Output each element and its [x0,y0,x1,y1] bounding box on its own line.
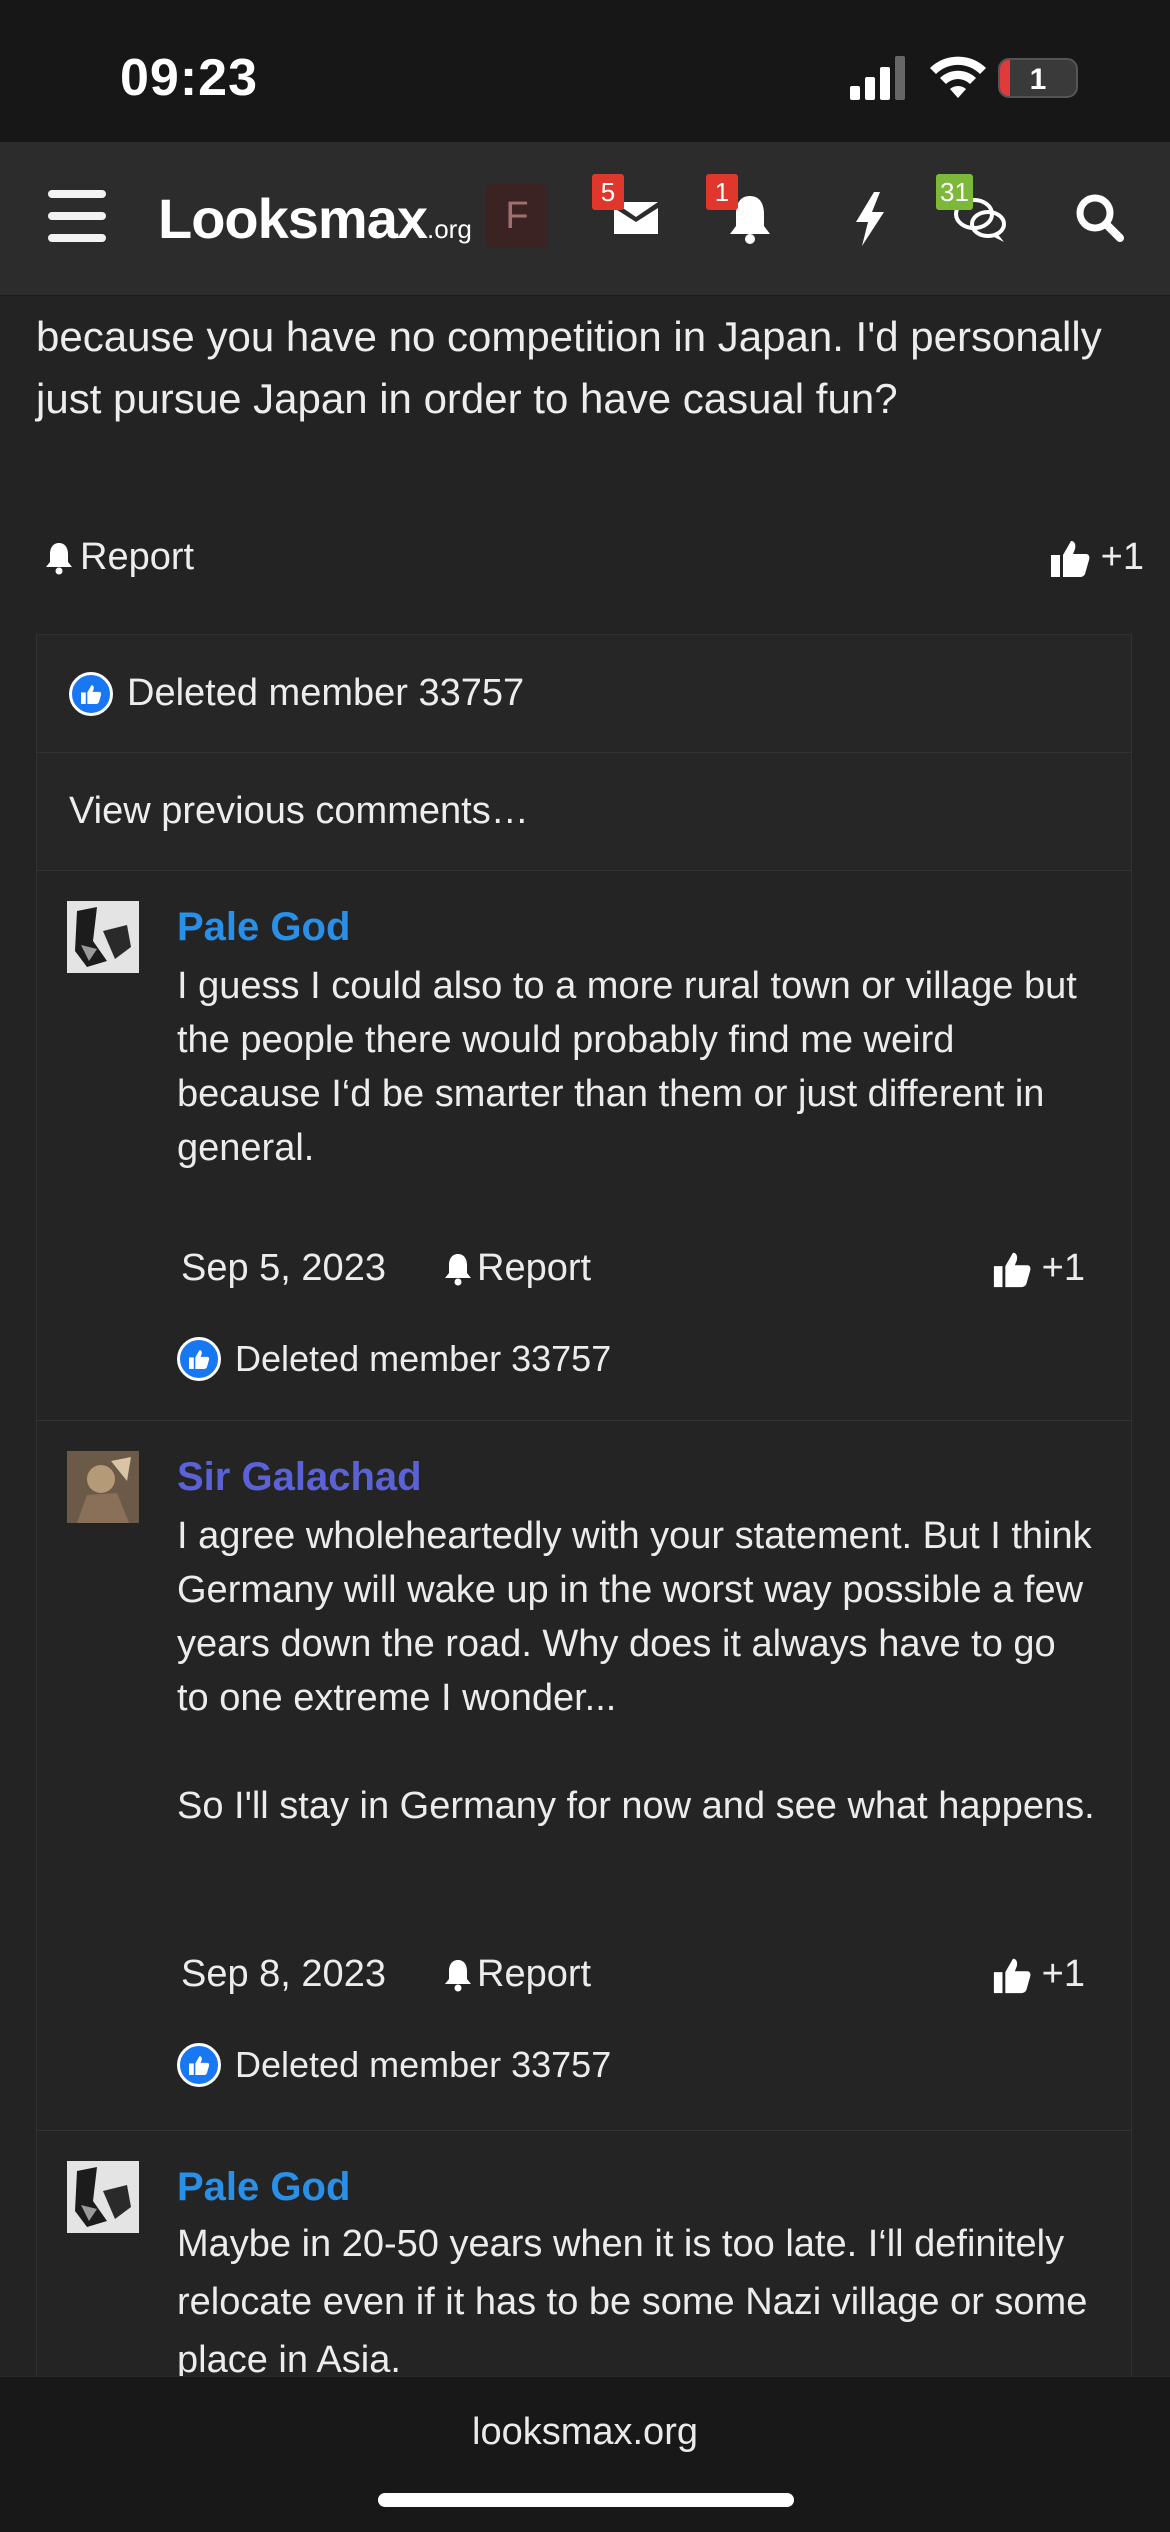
like-button[interactable]: +1 [1049,536,1144,579]
avatar[interactable] [67,901,139,973]
avatar[interactable] [67,1451,139,1523]
comments-box: Deleted member 33757 View previous comme… [36,634,1132,2376]
comment-item: Sir Galachad I agree wholeheartedly with… [37,1421,1131,2131]
thumbs-up-icon [993,1958,1031,1993]
battery-icon: 1 [998,58,1078,98]
comment-date[interactable]: Sep 8, 2023 [181,1953,386,1996]
post-liked-by: Deleted member 33757 [127,672,525,714]
like-reaction-icon [69,671,113,716]
thumbs-up-icon [993,1252,1031,1287]
url-display[interactable]: looksmax.org [0,2411,1170,2454]
top-navbar: Looksmax.org F 5 1 31 [0,142,1170,296]
post-body: because you have no competition in Japan… [36,313,1102,422]
report-button[interactable]: Report [443,1247,591,1290]
battery-level: 1 [1029,63,1047,96]
comment-meta: Sep 5, 2023 Report +1 [177,1247,1097,1303]
comment-date[interactable]: Sep 5, 2023 [181,1247,386,1290]
user-avatar[interactable]: F [486,184,548,248]
comment-item: Pale God I guess I could also to a more … [37,871,1131,1421]
search-button[interactable] [1070,188,1130,248]
report-button[interactable]: Report [44,536,194,579]
post-likes-summary[interactable]: Deleted member 33757 [37,635,1131,753]
whats-new-button[interactable] [840,188,900,248]
like-reaction-icon [177,1337,221,1381]
bell-icon [445,1253,471,1285]
comment-author[interactable]: Pale God [177,2165,350,2210]
comment-author[interactable]: Pale God [177,905,350,950]
comment-body: I guess I could also to a more rural tow… [177,965,1077,1169]
bell-icon [46,542,72,574]
lightning-icon [856,192,884,246]
inbox-button[interactable]: 5 [592,174,666,248]
status-bar: 09:23 1 [0,0,1170,142]
post-actions: Report +1 [36,536,1144,596]
cellular-signal-icon [850,56,905,100]
like-button[interactable]: +1 [992,1247,1085,1290]
inbox-badge: 5 [592,174,624,210]
bell-icon [445,1959,471,1991]
alerts-button[interactable]: 1 [706,174,780,248]
site-logo[interactable]: Looksmax.org [158,186,472,251]
menu-icon[interactable] [48,190,108,242]
comment-body: I agree wholeheartedly with your stateme… [177,1515,1095,1827]
comment-body: Maybe in 20-50 years when it is too late… [177,2223,1088,2376]
report-button[interactable]: Report [443,1953,591,1996]
like-reaction-icon [177,2043,221,2087]
home-indicator[interactable] [378,2493,794,2507]
comment-meta: Sep 8, 2023 Report +1 [177,1953,1097,2009]
alerts-badge: 1 [706,174,738,210]
search-icon [1076,194,1124,242]
comment-likes-summary[interactable]: Deleted member 33757 [177,2043,611,2087]
thumbs-up-icon [1050,540,1090,577]
thread-content: because you have no competition in Japan… [0,296,1170,2376]
browser-bottom-bar: looksmax.org [0,2376,1170,2532]
avatar[interactable] [67,2161,139,2233]
like-button[interactable]: +1 [992,1953,1085,1996]
new-posts-badge: 31 [936,174,973,210]
status-time: 09:23 [120,49,258,107]
new-posts-button[interactable]: 31 [936,174,1010,248]
comment-likes-summary[interactable]: Deleted member 33757 [177,1337,611,1381]
comment-item: Pale God Maybe in 20-50 years when it is… [37,2131,1131,2376]
comment-author[interactable]: Sir Galachad [177,1455,422,1500]
view-previous-comments[interactable]: View previous comments… [37,753,1131,871]
wifi-icon [930,56,986,98]
